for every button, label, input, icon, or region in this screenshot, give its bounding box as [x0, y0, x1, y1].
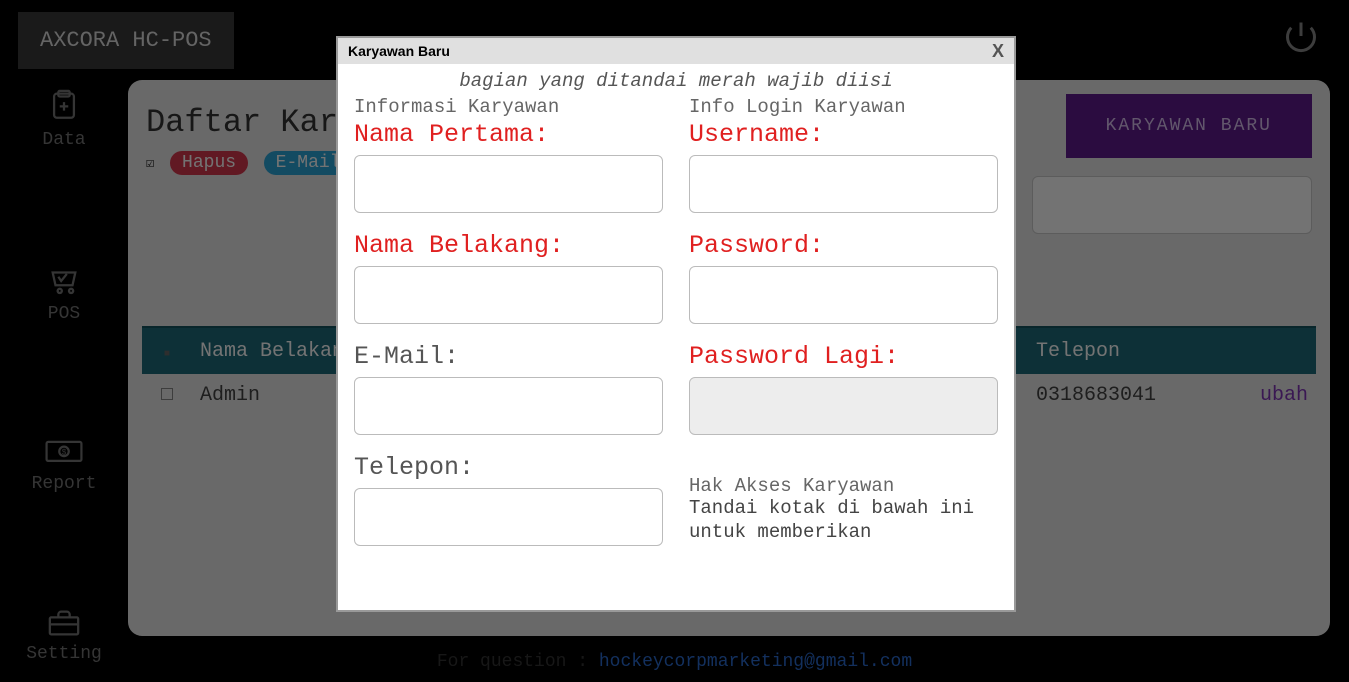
input-password[interactable] [689, 266, 998, 324]
modal-titlebar: Karyawan Baru X [338, 38, 1014, 64]
input-phone[interactable] [354, 488, 663, 546]
section-login-info: Info Login Karyawan [689, 96, 998, 118]
access-note: Tandai kotak di bawah ini untuk memberik… [689, 497, 998, 545]
close-icon[interactable]: X [992, 41, 1004, 62]
input-last-name[interactable] [354, 266, 663, 324]
input-email[interactable] [354, 377, 663, 435]
input-username[interactable] [689, 155, 998, 213]
field-password: Password: [689, 231, 998, 324]
modal-title: Karyawan Baru [348, 43, 450, 59]
section-access-rights: Hak Akses Karyawan [689, 475, 998, 497]
input-first-name[interactable] [354, 155, 663, 213]
label-username: Username: [689, 120, 998, 149]
field-email: E-Mail: [354, 342, 663, 435]
field-username: Username: [689, 120, 998, 213]
label-email: E-Mail: [354, 342, 663, 371]
modal-hint: bagian yang ditandai merah wajib diisi [354, 70, 998, 92]
new-employee-modal: Karyawan Baru X bagian yang ditandai mer… [336, 36, 1016, 612]
input-password-again[interactable] [689, 377, 998, 435]
field-password-again: Password Lagi: [689, 342, 998, 435]
field-phone: Telepon: [354, 453, 663, 546]
field-last-name: Nama Belakang: [354, 231, 663, 324]
modal-body: bagian yang ditandai merah wajib diisi I… [338, 64, 1014, 610]
label-first-name: Nama Pertama: [354, 120, 663, 149]
section-employee-info: Informasi Karyawan [354, 96, 663, 118]
label-phone: Telepon: [354, 453, 663, 482]
field-first-name: Nama Pertama: [354, 120, 663, 213]
label-last-name: Nama Belakang: [354, 231, 663, 260]
label-password-again: Password Lagi: [689, 342, 998, 371]
label-password: Password: [689, 231, 998, 260]
